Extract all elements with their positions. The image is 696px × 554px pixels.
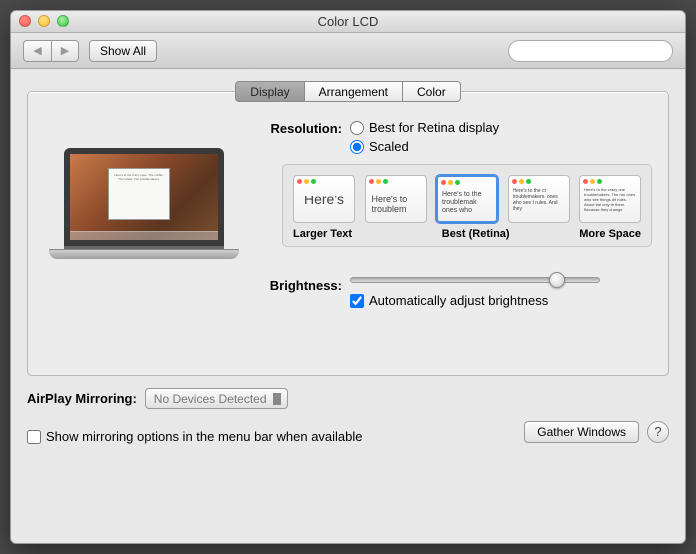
auto-brightness-checkbox[interactable]: Automatically adjust brightness <box>350 293 652 308</box>
scale-label-larger: Larger Text <box>293 228 352 240</box>
traffic-lights <box>19 15 69 27</box>
brightness-label: Brightness: <box>266 277 350 293</box>
scale-thumb-2[interactable]: Here's to troublem <box>365 175 427 223</box>
scale-row: Here's Here's to troublem <box>293 175 641 223</box>
resolution-best-radio[interactable]: Best for Retina display <box>350 120 652 135</box>
gather-windows-button[interactable]: Gather Windows <box>524 421 639 443</box>
back-button[interactable]: ◀ <box>23 40 51 62</box>
body: Display Arrangement Color Here's to the … <box>11 69 685 543</box>
scale-labels: Larger Text Best (Retina) More Space <box>293 228 641 240</box>
radio-best-label: Best for Retina display <box>369 120 499 135</box>
tab-color[interactable]: Color <box>403 81 461 102</box>
minimize-icon[interactable] <box>38 15 50 27</box>
resolution-scaled-radio[interactable]: Scaled <box>350 139 652 154</box>
preferences-window: Color LCD ◀ ▶ Show All Display Arrangeme… <box>10 10 686 544</box>
scale-thumb-5[interactable]: Here's to the crazy one troublemakers. T… <box>579 175 641 223</box>
tab-display[interactable]: Display <box>235 81 304 102</box>
display-panel: Here's to the crazy ones. The misfits. T… <box>27 91 669 376</box>
resolution-label: Resolution: <box>266 120 350 136</box>
forward-button[interactable]: ▶ <box>51 40 79 62</box>
search-input[interactable] <box>508 40 673 62</box>
scale-options: Here's Here's to troublem <box>282 164 652 247</box>
scale-label-more: More Space <box>579 228 641 240</box>
auto-brightness-label: Automatically adjust brightness <box>369 293 548 308</box>
airplay-label: AirPlay Mirroring: <box>27 391 137 406</box>
titlebar: Color LCD <box>11 11 685 33</box>
radio-best[interactable] <box>350 121 364 135</box>
search-wrap <box>508 40 673 62</box>
radio-scaled-label: Scaled <box>369 139 409 154</box>
footer: AirPlay Mirroring: No Devices Detected ▲… <box>11 376 685 456</box>
nav-group: ◀ ▶ <box>23 40 79 62</box>
display-preview: Here's to the crazy ones. The misfits. T… <box>44 120 244 320</box>
mirroring-label: Show mirroring options in the menu bar w… <box>46 429 363 444</box>
radio-scaled[interactable] <box>350 140 364 154</box>
scale-thumb-3[interactable]: Here's to the troublemak ones who <box>436 175 498 223</box>
laptop-icon: Here's to the crazy ones. The misfits. T… <box>49 148 239 259</box>
scale-label-best: Best (Retina) <box>442 228 510 240</box>
auto-brightness-input[interactable] <box>350 294 364 308</box>
scale-thumb-4[interactable]: Here's to the cr troublemakers. ones who… <box>508 175 570 223</box>
airplay-select[interactable]: No Devices Detected ▲▼ <box>145 388 288 409</box>
zoom-icon[interactable] <box>57 15 69 27</box>
tab-segment: Display Arrangement Color <box>11 81 685 102</box>
toolbar: ◀ ▶ Show All <box>11 33 685 69</box>
chevron-updown-icon: ▲▼ <box>274 392 281 406</box>
close-icon[interactable] <box>19 15 31 27</box>
airplay-selected: No Devices Detected <box>154 392 267 406</box>
show-all-button[interactable]: Show All <box>89 40 157 62</box>
window-title: Color LCD <box>318 14 379 29</box>
controls: Resolution: Best for Retina display Scal… <box>266 120 652 320</box>
scale-thumb-1[interactable]: Here's <box>293 175 355 223</box>
brightness-slider[interactable] <box>350 277 600 283</box>
mirroring-input[interactable] <box>27 430 41 444</box>
slider-knob[interactable] <box>549 272 565 288</box>
tab-arrangement[interactable]: Arrangement <box>305 81 403 102</box>
help-button[interactable]: ? <box>647 421 669 443</box>
mirroring-checkbox[interactable]: Show mirroring options in the menu bar w… <box>27 429 363 444</box>
